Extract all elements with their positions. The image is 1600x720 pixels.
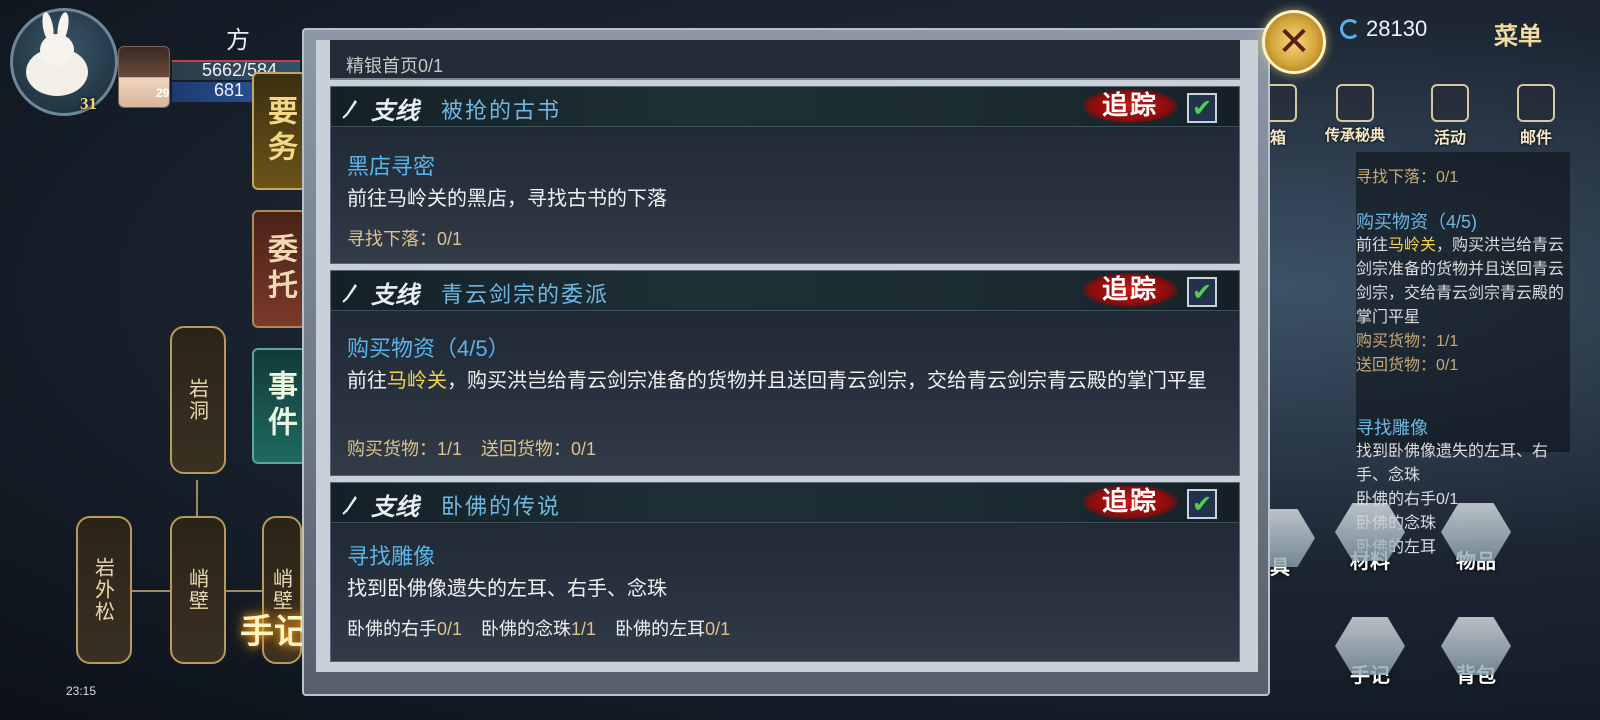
chest-label: 箱 [1269, 128, 1286, 147]
scroll-book-icon [1336, 84, 1374, 122]
quest-name: 青云剑宗的委派 [441, 283, 610, 308]
activity-label: 活动 [1433, 128, 1466, 147]
quest-card[interactable]: 支线 被抢的古书 追踪 ✔ 黑店寻密 前往马岭关的黑店，寻找古书的下落 寻找下落… [330, 86, 1240, 264]
close-button[interactable]: ✕ [1262, 10, 1326, 74]
track-button[interactable]: 追踪 [1083, 273, 1177, 307]
mail-icon [1517, 84, 1555, 122]
quest-step-progress: 卧佛的右手0/1 卧佛的念珠1/1 卧佛的左耳0/1 [347, 619, 731, 639]
quest-step-progress: 寻找下落：0/1 [347, 229, 463, 249]
close-icon: ✕ [1277, 19, 1311, 65]
journal-nav-button[interactable]: 手记 [1326, 608, 1414, 688]
tab-events[interactable]: 事件 [252, 348, 306, 464]
journal-button[interactable]: 手记 [240, 604, 308, 653]
menu-button[interactable]: 菜单 [1494, 16, 1542, 51]
materials-button[interactable]: 材料 [1326, 494, 1414, 574]
tracker-line: 寻找下落：0/1 [1356, 166, 1570, 190]
checkmark-icon: ✔ [1191, 490, 1213, 518]
quest-type: 支线 [371, 96, 419, 125]
tree-connector [226, 590, 266, 592]
hero-level: 29 [156, 86, 170, 100]
item-bag-icon [1441, 503, 1511, 561]
quest-card-header: 支线 卧佛的传说 追踪 ✔ [331, 483, 1239, 523]
mail-label: 邮件 [1519, 128, 1552, 147]
spirit-currency-icon [1340, 19, 1360, 39]
mp-text: 681 [214, 80, 245, 100]
quest-card-partial: 精银首页0/1 [330, 40, 1240, 80]
quill-icon [342, 100, 357, 119]
quest-type: 支线 [371, 280, 419, 309]
quest-card-header: 支线 被抢的古书 追踪 ✔ [331, 87, 1239, 127]
tree-node-cave[interactable]: 岩洞 [170, 326, 226, 474]
checkmark-icon: ✔ [1191, 278, 1213, 306]
tree-node-pine[interactable]: 岩外松 [76, 516, 132, 664]
quill-icon [342, 284, 357, 303]
quest-type: 支线 [371, 492, 419, 521]
quest-step-desc: 找到卧佛像遗失的左耳、右手、念珠 [347, 578, 667, 600]
quest-card-header: 支线 青云剑宗的委派 追踪 ✔ [331, 271, 1239, 311]
player-level: 31 [80, 94, 97, 113]
quest-step-desc: 前往马岭关的黑店，寻找古书的下落 [347, 188, 667, 210]
activity-button[interactable]: 活动 [1418, 84, 1482, 150]
backpack-icon [1441, 617, 1511, 675]
tracker-quest[interactable]: 购买物资（4/5) 前往马岭关，购买洪岂给青云剑宗准备的货物并且送回青云剑宗，交… [1356, 210, 1570, 378]
quill-icon [342, 496, 357, 515]
mail-button[interactable]: 邮件 [1504, 84, 1568, 150]
track-checkbox[interactable]: ✔ [1187, 277, 1217, 307]
tracker-progress: 寻找下落：0/1 [1356, 169, 1459, 186]
backpack-button[interactable]: 背包 [1432, 608, 1520, 688]
gift-icon [1431, 84, 1469, 122]
rabbit-head-icon [40, 34, 74, 66]
quest-step-title: 购买物资（4/5） [347, 336, 510, 361]
inheritance-book-button[interactable]: 传承秘典 [1310, 84, 1400, 150]
quest-step-progress: 购买货物：1/1 送回货物：0/1 [347, 439, 597, 459]
system-time: 23:15 [66, 684, 97, 698]
quest-name: 卧佛的传说 [441, 495, 562, 520]
quest-name: 被抢的古书 [441, 99, 562, 124]
track-checkbox[interactable]: ✔ [1187, 93, 1217, 123]
inheritance-book-label: 传承秘典 [1324, 126, 1385, 144]
quest-card[interactable]: 支线 卧佛的传说 追踪 ✔ 寻找雕像 找到卧佛像遗失的左耳、右手、念珠 卧佛的右… [330, 482, 1240, 662]
currency-value: 28130 [1366, 16, 1428, 41]
tracker-quest-desc: 前往马岭关，购买洪岂给青云剑宗准备的货物并且送回青云剑宗，交给青云剑宗青云殿的掌… [1356, 237, 1565, 326]
tracker-progress: 购买货物：1/1 [1356, 333, 1459, 350]
tracker-quest-title: 寻找雕像 [1356, 418, 1428, 438]
material-bag-icon [1335, 503, 1405, 561]
track-checkbox[interactable]: ✔ [1187, 489, 1217, 519]
checkmark-icon: ✔ [1191, 94, 1213, 122]
items-button[interactable]: 物品 [1432, 494, 1520, 574]
tab-main-quests[interactable]: 要务 [252, 72, 306, 190]
tracker-quest-desc: 找到卧佛像遗失的左耳、右手、念珠 [1356, 443, 1549, 484]
track-button[interactable]: 追踪 [1083, 89, 1177, 123]
tree-node-cliff[interactable]: 峭壁 [170, 516, 226, 664]
track-button[interactable]: 追踪 [1083, 485, 1177, 519]
quest-card-partial-text: 精银首页0/1 [346, 56, 444, 76]
quest-step-desc: 前往马岭关，购买洪岂给青云剑宗准备的货物并且送回青云剑宗，交给青云剑宗青云殿的掌… [347, 370, 1207, 392]
journal-icon [1335, 617, 1405, 675]
quest-step-title: 黑店寻密 [347, 154, 436, 179]
currency-display: 28130 [1340, 16, 1427, 42]
tracker-progress: 送回货物：0/1 [1356, 357, 1459, 374]
tracker-quest-title: 购买物资（4/5) [1356, 212, 1478, 232]
quest-card[interactable]: 支线 青云剑宗的委派 追踪 ✔ 购买物资（4/5） 前往马岭关，购买洪岂给青云剑… [330, 270, 1240, 476]
quest-step-title: 寻找雕像 [347, 544, 436, 569]
tree-connector [130, 590, 170, 592]
tab-commissions[interactable]: 委托 [252, 210, 306, 328]
player-name: 方 [226, 27, 250, 54]
tree-connector [196, 480, 198, 520]
